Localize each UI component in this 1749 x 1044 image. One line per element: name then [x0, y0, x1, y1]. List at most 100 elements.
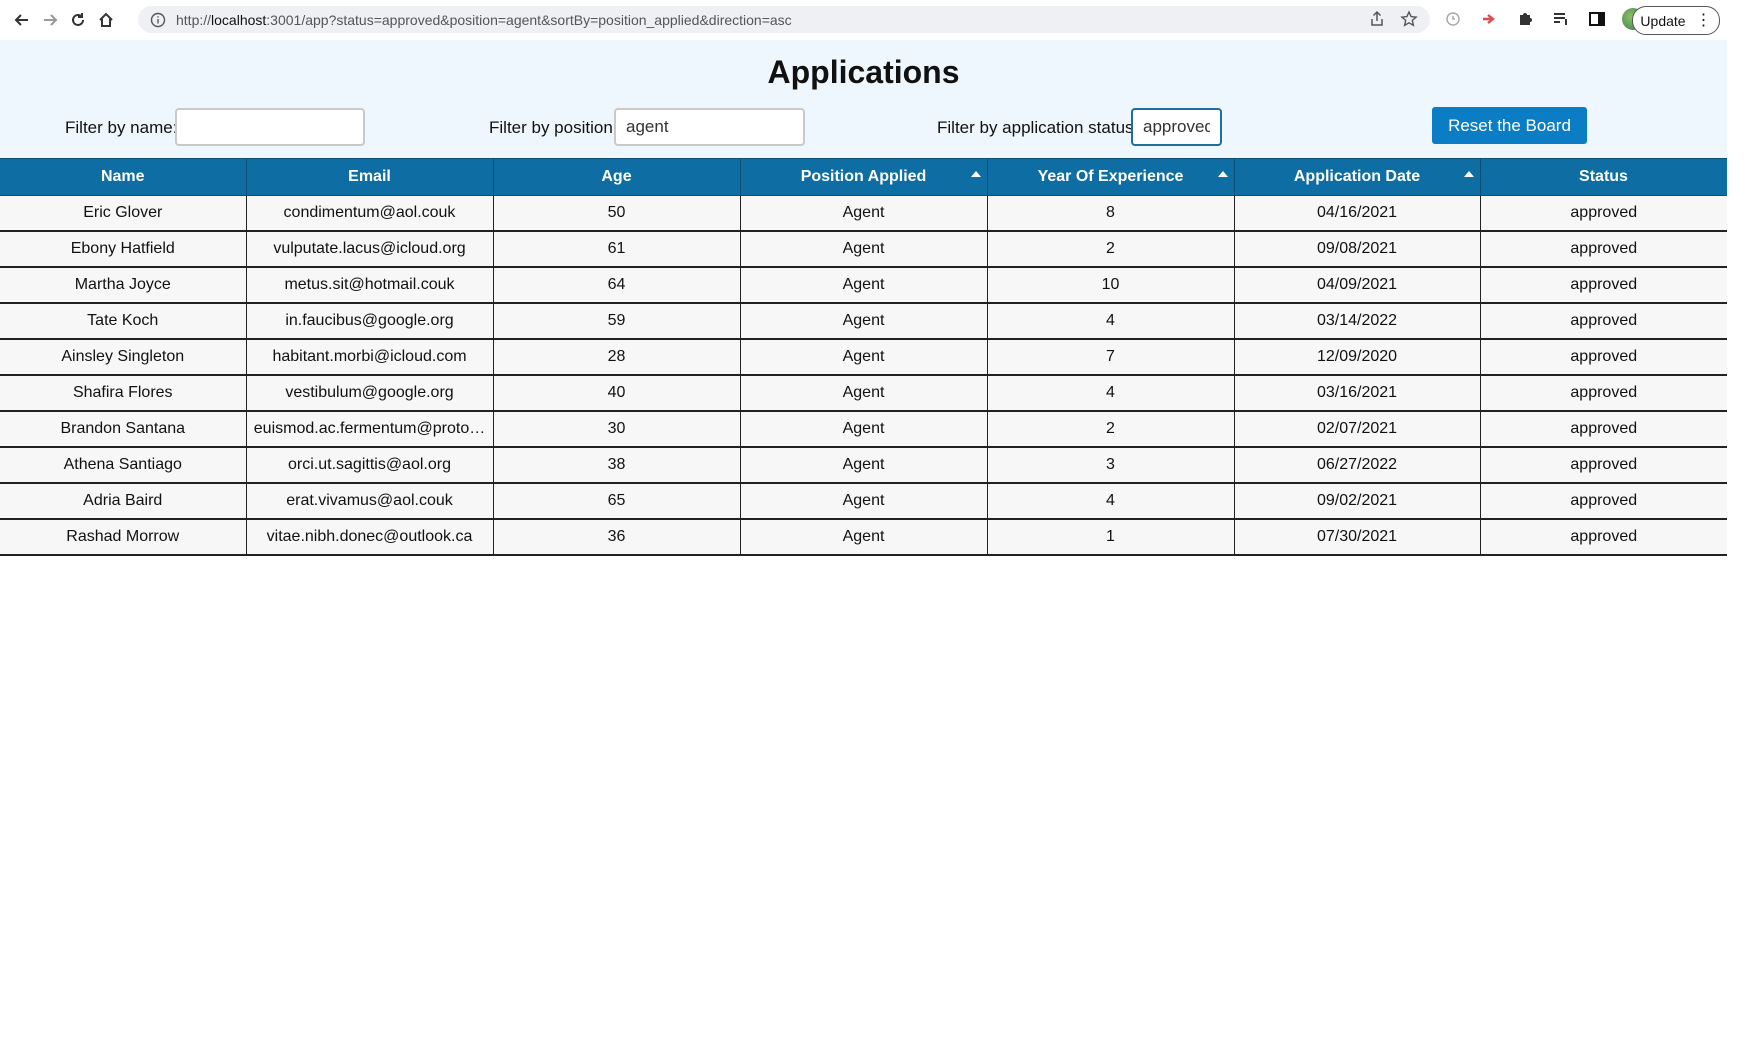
- cell-email: vitae.nibh.donec@outlook.ca: [246, 519, 494, 556]
- cell-name: Athena Santiago: [0, 447, 247, 484]
- cell-age: 36: [493, 519, 741, 556]
- cell-date: 09/08/2021: [1234, 231, 1481, 268]
- column-header-age[interactable]: Age: [492, 158, 741, 196]
- cell-date: 09/02/2021: [1234, 483, 1481, 520]
- cell-name: Ebony Hatfield: [0, 231, 247, 268]
- table-body: Eric Glover condimentum@aol.couk 50 Agent 8 0…: [0, 195, 1727, 556]
- cell-age: 65: [493, 483, 741, 520]
- sort-ascending-icon[interactable]: [970, 171, 981, 177]
- table-row: Shafira Flores vestibulum@google.org 40 Age…: [0, 375, 1727, 412]
- cell-email: orci.ut.sagittis@aol.org: [246, 447, 494, 484]
- column-header-application-date[interactable]: Application Date: [1233, 158, 1481, 196]
- cell-position: Agent: [740, 267, 988, 304]
- table-row: Rashad Morrow vitae.nibh.donec@outlook.ca…: [0, 519, 1727, 556]
- reload-icon[interactable]: [64, 6, 92, 34]
- cell-experience: 10: [987, 267, 1235, 304]
- cell-name: Adria Baird: [0, 483, 247, 520]
- cell-experience: 7: [987, 339, 1235, 376]
- cell-age: 40: [493, 375, 741, 412]
- page-title: Applications: [767, 54, 960, 90]
- cell-status: approved: [1480, 231, 1727, 268]
- sort-ascending-icon[interactable]: [1463, 171, 1474, 177]
- table-row: Martha Joyce metus.sit@hotmail.couk 64 Agen…: [0, 267, 1727, 304]
- filter-position-input[interactable]: [614, 108, 805, 146]
- table-row: Ebony Hatfield vulputate.lacus@icloud.org…: [0, 231, 1727, 268]
- cell-status: approved: [1480, 339, 1727, 376]
- cell-age: 50: [493, 195, 741, 232]
- table-row: Athena Santiago orci.ut.sagittis@aol.org 3…: [0, 447, 1727, 484]
- extension-timer-icon[interactable]: [1442, 8, 1464, 30]
- reset-board-button[interactable]: Reset the Board: [1432, 107, 1587, 144]
- cell-experience: 4: [987, 375, 1235, 412]
- page-viewport: Applications Filter by name: Filter by p…: [0, 40, 1728, 1044]
- cell-date: 03/14/2022: [1234, 303, 1481, 340]
- browser-toolbar: http://localhost:3001/app?status=approve…: [0, 0, 1749, 41]
- filter-header: Applications Filter by name: Filter by p…: [0, 40, 1727, 158]
- cell-position: Agent: [740, 375, 988, 412]
- cell-date: 06/27/2022: [1234, 447, 1481, 484]
- column-header-name[interactable]: Name: [0, 158, 247, 196]
- browser-update-button[interactable]: Update ⋮: [1632, 6, 1720, 35]
- home-icon[interactable]: [92, 6, 120, 34]
- reading-list-icon[interactable]: [1550, 8, 1572, 30]
- cell-age: 28: [493, 339, 741, 376]
- column-header-status[interactable]: Status: [1479, 158, 1728, 196]
- back-arrow-icon[interactable]: [8, 6, 36, 34]
- cell-name: Shafira Flores: [0, 375, 247, 412]
- cell-experience: 4: [987, 303, 1235, 340]
- bookmark-star-icon[interactable]: [1400, 10, 1418, 28]
- column-header-email[interactable]: Email: [245, 158, 494, 196]
- table-row: Ainsley Singleton habitant.morbi@icloud.c…: [0, 339, 1727, 376]
- cell-date: 02/07/2021: [1234, 411, 1481, 448]
- column-header-position-applied[interactable]: Position Applied: [739, 158, 988, 196]
- cell-name: Brandon Santana: [0, 411, 247, 448]
- more-menu-icon[interactable]: ⋮: [1696, 12, 1712, 28]
- cell-status: approved: [1480, 447, 1727, 484]
- cell-age: 30: [493, 411, 741, 448]
- cell-position: Agent: [740, 519, 988, 556]
- filter-status-input[interactable]: [1131, 108, 1222, 146]
- cell-email: condimentum@aol.couk: [246, 195, 494, 232]
- cell-name: Tate Koch: [0, 303, 247, 340]
- side-panel-icon[interactable]: [1586, 8, 1608, 30]
- cell-position: Agent: [740, 447, 988, 484]
- share-icon[interactable]: [1368, 10, 1386, 28]
- filter-name-input[interactable]: [175, 108, 365, 146]
- filter-status-label: Filter by application status:: [937, 118, 1139, 137]
- cell-experience: 2: [987, 231, 1235, 268]
- cell-age: 61: [493, 231, 741, 268]
- cell-email: vestibulum@google.org: [246, 375, 494, 412]
- cell-email: in.faucibus@google.org: [246, 303, 494, 340]
- extension-red-icon[interactable]: [1478, 8, 1500, 30]
- cell-name: Ainsley Singleton: [0, 339, 247, 376]
- table-row: Tate Koch in.faucibus@google.org 59 Agent 4 0…: [0, 303, 1727, 340]
- cell-experience: 8: [987, 195, 1235, 232]
- window-edge: [1727, 40, 1749, 1044]
- site-info-icon[interactable]: [150, 12, 166, 28]
- extensions-puzzle-icon[interactable]: [1514, 8, 1536, 30]
- cell-email: erat.vivamus@aol.couk: [246, 483, 494, 520]
- cell-date: 12/09/2020: [1234, 339, 1481, 376]
- sort-ascending-icon[interactable]: [1217, 171, 1228, 177]
- forward-arrow-icon[interactable]: [36, 6, 64, 34]
- table-row: Eric Glover condimentum@aol.couk 50 Agent 8 0…: [0, 195, 1727, 232]
- cell-age: 38: [493, 447, 741, 484]
- column-header-year-of-experience[interactable]: Year Of Experience: [986, 158, 1235, 196]
- cell-date: 04/09/2021: [1234, 267, 1481, 304]
- cell-status: approved: [1480, 375, 1727, 412]
- cell-experience: 1: [987, 519, 1235, 556]
- cell-status: approved: [1480, 411, 1727, 448]
- cell-email: habitant.morbi@icloud.com: [246, 339, 494, 376]
- cell-status: approved: [1480, 519, 1727, 556]
- cell-position: Agent: [740, 411, 988, 448]
- cell-position: Agent: [740, 339, 988, 376]
- cell-position: Agent: [740, 303, 988, 340]
- cell-status: approved: [1480, 267, 1727, 304]
- cell-date: 04/16/2021: [1234, 195, 1481, 232]
- cell-email: euismod.ac.fermentum@proto…: [246, 411, 494, 448]
- cell-position: Agent: [740, 195, 988, 232]
- table-header-row: Name Email Age Position Applied Year Of …: [0, 158, 1728, 196]
- address-bar[interactable]: http://localhost:3001/app?status=approve…: [138, 6, 1430, 33]
- cell-status: approved: [1480, 195, 1727, 232]
- filter-name-label: Filter by name:: [65, 118, 178, 137]
